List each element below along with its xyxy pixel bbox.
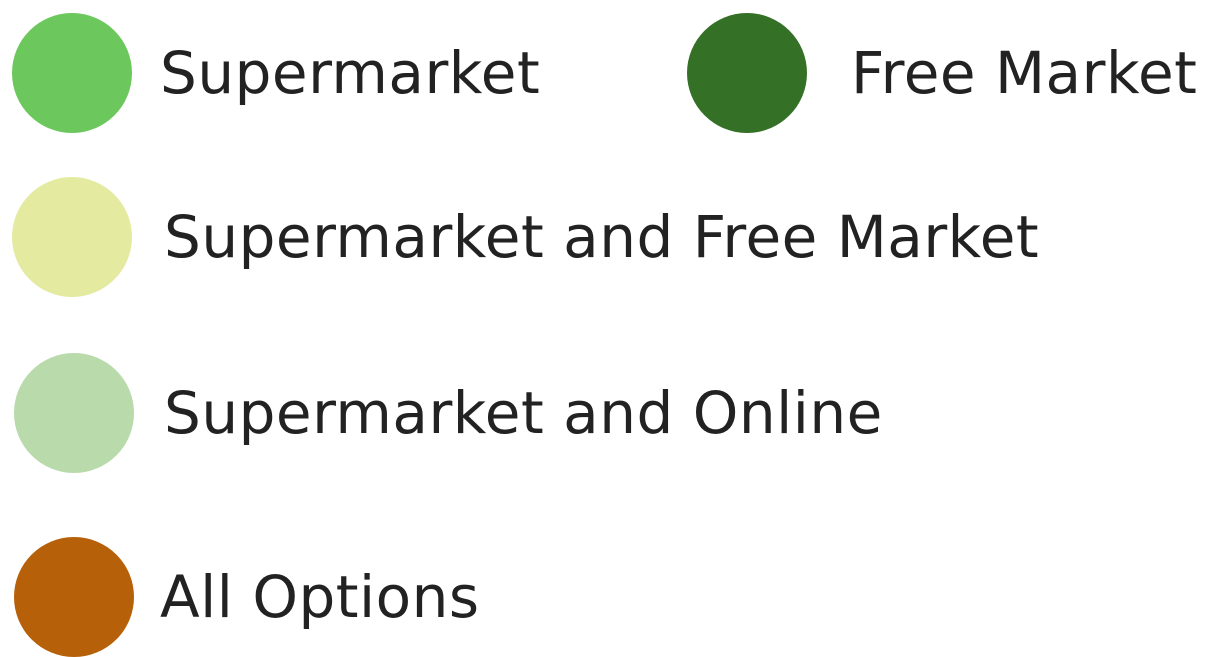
legend-swatch [12, 13, 132, 133]
legend-label: Supermarket [160, 39, 541, 107]
legend-item-supermarket-and-free-market: Supermarket and Free Market [12, 177, 1039, 297]
legend-item-all-options: All Options [14, 537, 480, 657]
legend-label: Supermarket and Online [164, 379, 883, 447]
legend-label: All Options [160, 563, 480, 631]
legend-item-supermarket-and-online: Supermarket and Online [14, 353, 883, 473]
legend-swatch [12, 177, 132, 297]
legend-swatch [14, 353, 134, 473]
legend-item-free-market: Free Market [687, 13, 1197, 133]
legend-label: Free Market [851, 39, 1198, 107]
legend-swatch [14, 537, 134, 657]
legend-label: Supermarket and Free Market [164, 203, 1040, 271]
legend: Supermarket Free Market Supermarket and … [0, 0, 1230, 657]
legend-item-supermarket: Supermarket [12, 13, 540, 133]
legend-swatch [687, 13, 807, 133]
